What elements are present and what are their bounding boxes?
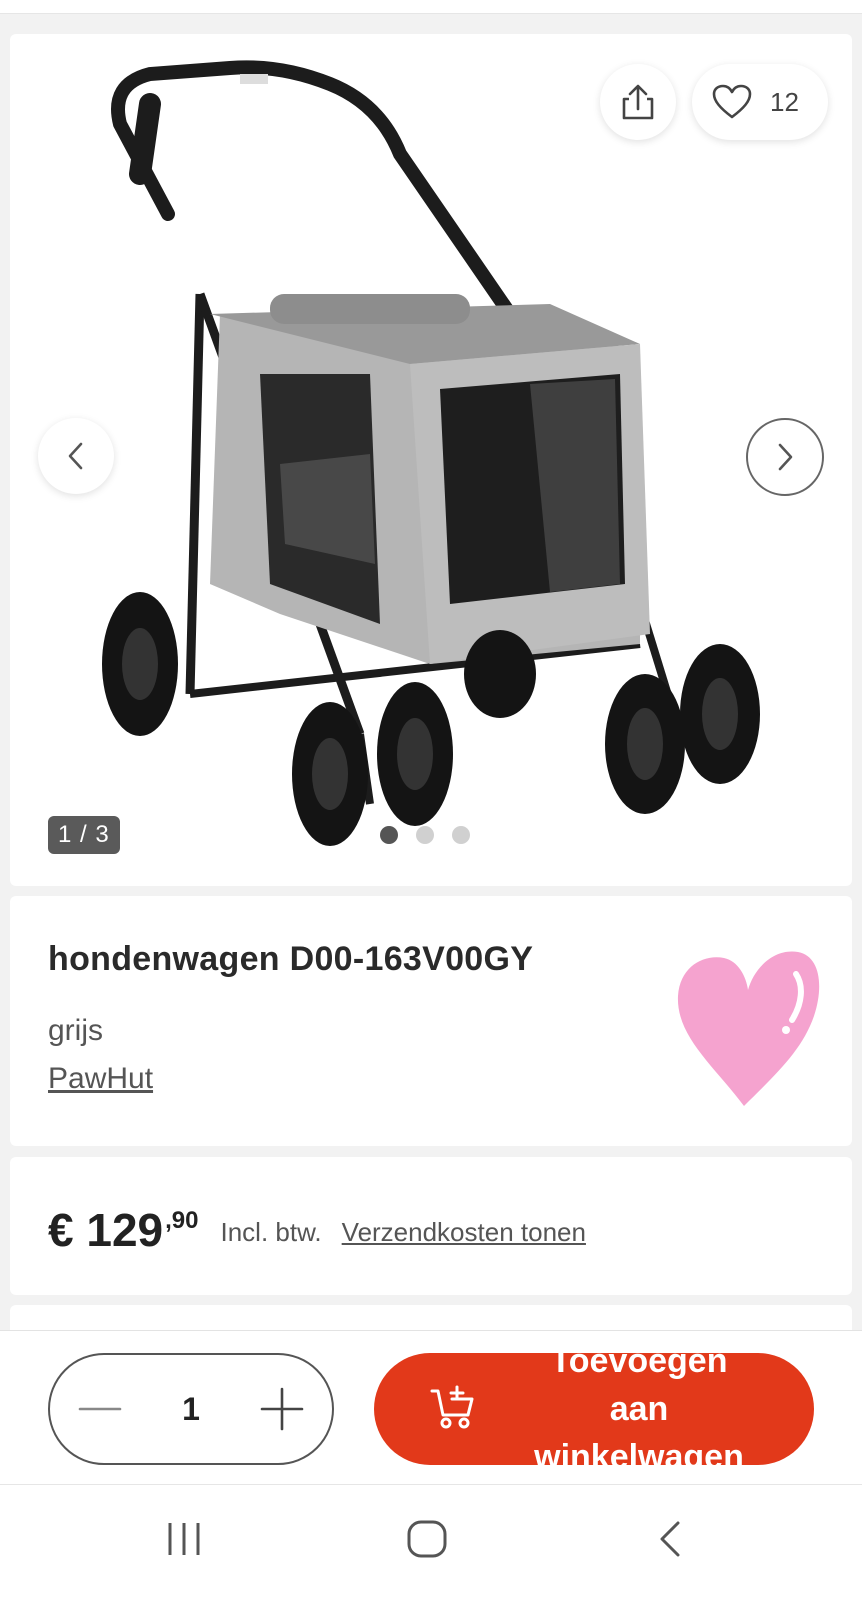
increase-quantity-button[interactable] xyxy=(260,1387,304,1431)
price-cents: ,90 xyxy=(165,1207,199,1234)
add-to-cart-bar: 1 Toevoegen aan winkelwagen xyxy=(0,1330,862,1484)
add-to-cart-label: Toevoegen aan winkelwagen xyxy=(534,1353,744,1465)
pagination-dot-1[interactable] xyxy=(380,826,398,844)
system-navigation-bar xyxy=(0,1484,862,1600)
previous-image-button[interactable] xyxy=(38,418,114,494)
shipping-costs-link[interactable]: Verzendkosten tonen xyxy=(342,1217,586,1248)
minus-icon xyxy=(78,1407,122,1411)
decrease-quantity-button[interactable] xyxy=(78,1387,122,1431)
product-title: hondenwagen D00-163V00GY xyxy=(48,940,534,978)
price-row: € 129 ,90 Incl. btw. Verzendkosten tonen xyxy=(48,1203,586,1257)
favorite-count: 12 xyxy=(770,86,799,117)
pagination-dot-3[interactable] xyxy=(452,826,470,844)
pink-heart-sticker xyxy=(677,951,820,1106)
back-icon[interactable] xyxy=(654,1519,684,1559)
product-image-dog-stroller[interactable] xyxy=(80,44,800,886)
price-card: € 129 ,90 Incl. btw. Verzendkosten tonen xyxy=(10,1157,852,1295)
plus-icon xyxy=(260,1387,304,1431)
price-main: € 129 xyxy=(48,1204,164,1256)
image-counter: 1 / 3 xyxy=(48,816,120,854)
share-icon xyxy=(622,84,654,120)
add-to-cart-button[interactable]: Toevoegen aan winkelwagen xyxy=(374,1353,814,1465)
brand-link[interactable]: PawHut xyxy=(48,1062,153,1096)
home-icon[interactable] xyxy=(406,1519,448,1559)
heart-outline-icon xyxy=(712,84,752,119)
product-color: grijs xyxy=(48,1014,104,1047)
recent-apps-icon[interactable] xyxy=(164,1519,204,1559)
share-button[interactable] xyxy=(600,64,676,140)
next-image-button[interactable] xyxy=(746,418,824,496)
gallery-pagination[interactable] xyxy=(380,826,470,844)
chevron-right-icon xyxy=(778,443,793,471)
chevron-left-icon xyxy=(68,442,83,470)
quantity-value[interactable]: 1 xyxy=(182,1391,200,1428)
vat-label: Incl. btw. xyxy=(220,1217,322,1247)
product-info-card: hondenwagen D00-163V00GY grijs PawHut xyxy=(10,896,852,1146)
top-bar-strip xyxy=(0,0,862,14)
product-gallery[interactable]: 12 1 / 3 xyxy=(10,34,852,886)
pagination-dot-2[interactable] xyxy=(416,826,434,844)
cart-add-icon xyxy=(430,1385,474,1429)
quantity-stepper[interactable]: 1 xyxy=(48,1353,334,1465)
favorite-button[interactable]: 12 xyxy=(692,64,828,140)
